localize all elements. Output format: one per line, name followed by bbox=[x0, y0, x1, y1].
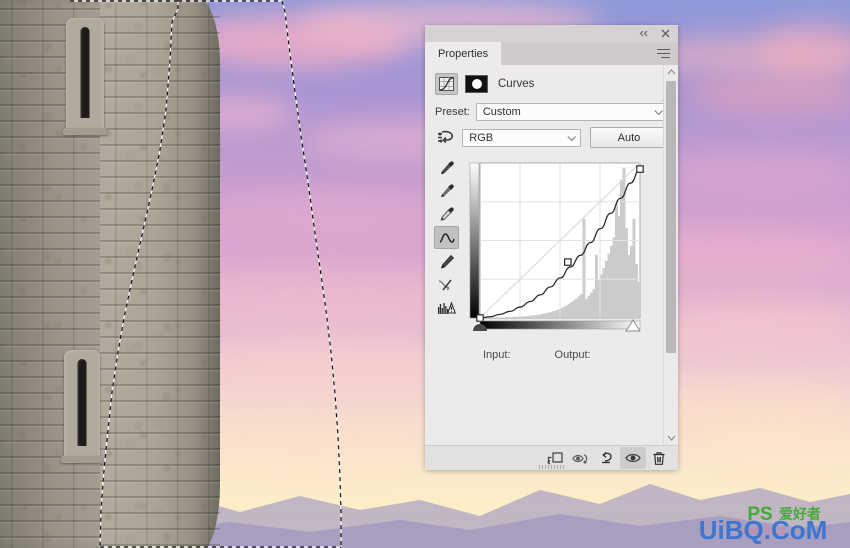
auto-button[interactable]: Auto bbox=[590, 127, 668, 148]
panel-scrollbar[interactable] bbox=[663, 65, 678, 445]
output-gradient-strip bbox=[469, 162, 480, 319]
preset-select[interactable]: Custom bbox=[475, 103, 668, 121]
panel-resize-grip[interactable] bbox=[538, 465, 565, 469]
chevron-down-icon bbox=[568, 136, 575, 140]
view-previous-state-button[interactable] bbox=[568, 447, 594, 469]
curve-editor bbox=[425, 155, 678, 343]
eyedropper-gray-icon[interactable] bbox=[435, 180, 458, 201]
layer-mask-thumbnail[interactable] bbox=[465, 75, 488, 93]
auto-button-label: Auto bbox=[617, 131, 641, 144]
on-image-adjust-icon[interactable] bbox=[435, 129, 458, 147]
eyedropper-black-icon[interactable] bbox=[435, 157, 458, 178]
curve-tool-strip bbox=[433, 155, 460, 343]
collapse-panel-button[interactable] bbox=[637, 27, 650, 40]
curve-control-point-2[interactable] bbox=[636, 165, 644, 173]
panel-tab-strip: Properties bbox=[425, 42, 678, 65]
channel-select[interactable]: RGB bbox=[462, 128, 581, 147]
eyedropper-white-icon[interactable] bbox=[435, 203, 458, 224]
stone-noise-texture bbox=[100, 0, 220, 548]
adjustment-title: Curves bbox=[498, 78, 535, 90]
properties-panel[interactable]: Properties Curves Preset: Custom RGB Aut… bbox=[425, 25, 678, 470]
delete-adjustment-layer-button[interactable] bbox=[646, 447, 672, 469]
chevron-up-icon bbox=[667, 69, 675, 75]
panel-menu-button[interactable] bbox=[657, 42, 678, 65]
preset-value: Custom bbox=[482, 106, 521, 118]
tab-properties[interactable]: Properties bbox=[425, 42, 502, 65]
chevron-down-icon bbox=[655, 110, 662, 114]
clip-to-layer-icon bbox=[547, 452, 563, 465]
chevron-down-icon bbox=[667, 435, 675, 441]
channel-value: RGB bbox=[469, 131, 494, 144]
smooth-curve-icon[interactable] bbox=[435, 274, 458, 295]
histogram-warning-icon[interactable] bbox=[435, 297, 458, 318]
scroll-up-button[interactable] bbox=[667, 65, 676, 79]
input-label-group: Input: bbox=[483, 349, 511, 361]
trash-icon bbox=[653, 451, 665, 465]
preset-label: Preset: bbox=[435, 106, 470, 118]
panel-menu-icon bbox=[657, 48, 670, 59]
scrollbar-thumb[interactable] bbox=[666, 81, 676, 353]
close-icon bbox=[661, 29, 670, 38]
output-label-group: Output: bbox=[555, 349, 591, 361]
panel-body: Curves Preset: Custom RGB Auto Input: Ou… bbox=[425, 65, 678, 445]
castle-tower-front bbox=[100, 0, 220, 548]
curves-graph[interactable] bbox=[466, 155, 644, 343]
curves-adjustment-icon bbox=[435, 73, 458, 95]
input-output-row: Input: Output: bbox=[425, 343, 678, 361]
input-label: Input: bbox=[483, 349, 511, 361]
panel-bottom-bar bbox=[425, 445, 678, 470]
scroll-down-button[interactable] bbox=[667, 431, 676, 445]
channel-row: RGB Auto bbox=[425, 127, 678, 148]
close-panel-button[interactable] bbox=[659, 27, 672, 40]
tab-properties-label: Properties bbox=[438, 47, 489, 60]
arrow-slit-window-upper bbox=[63, 18, 107, 135]
arrow-slit-window-lower bbox=[61, 350, 103, 463]
eye-icon bbox=[625, 454, 641, 462]
curve-control-point-1[interactable] bbox=[564, 258, 572, 266]
output-label: Output: bbox=[554, 349, 591, 361]
adjustment-header: Curves bbox=[425, 65, 678, 103]
eye-previous-state-icon bbox=[572, 453, 588, 464]
panel-titlebar bbox=[425, 25, 678, 42]
scrollbar-track[interactable] bbox=[664, 79, 678, 431]
pencil-icon[interactable] bbox=[435, 251, 458, 272]
preset-row: Preset: Custom bbox=[425, 103, 678, 121]
input-gradient-strip bbox=[479, 320, 641, 330]
double-chevron-left-icon bbox=[639, 30, 648, 37]
reset-adjustment-button[interactable] bbox=[594, 447, 620, 469]
curve-control-point-0[interactable] bbox=[476, 314, 484, 322]
toggle-layer-visibility-button[interactable] bbox=[620, 447, 646, 469]
curve-point-tool-icon[interactable] bbox=[434, 226, 459, 249]
reset-arrow-icon bbox=[601, 451, 612, 464]
